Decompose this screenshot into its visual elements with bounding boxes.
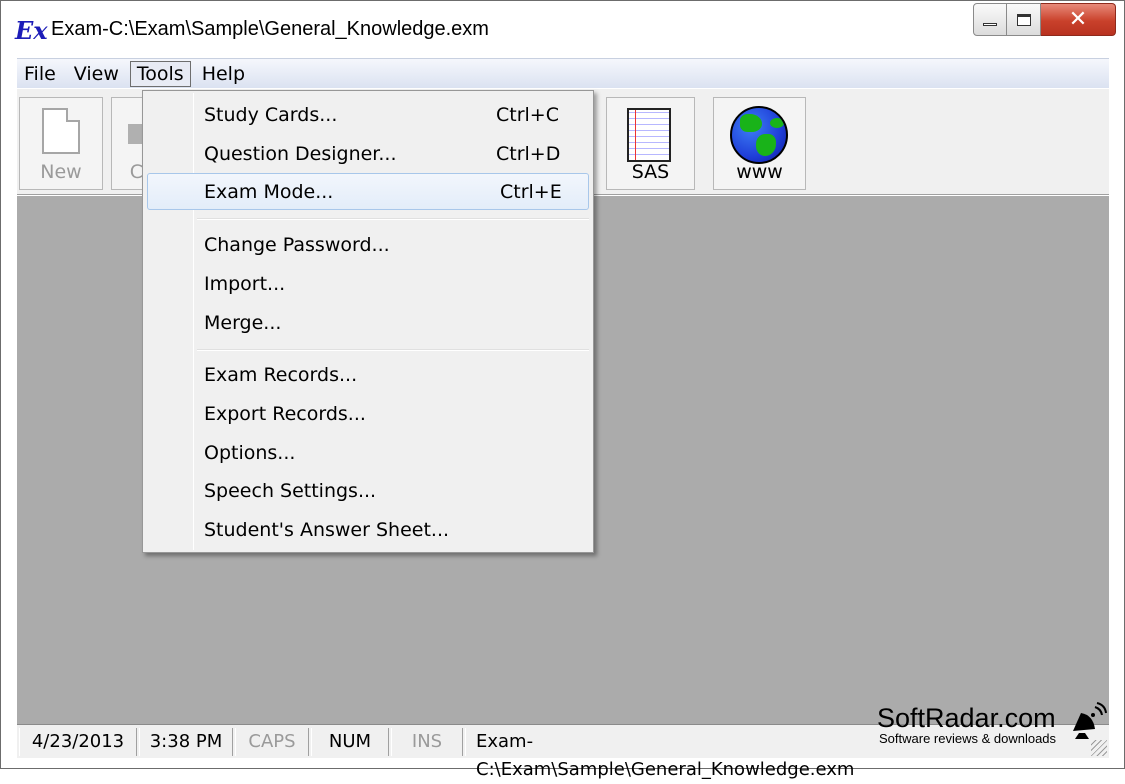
menu-item-export-records[interactable]: Export Records... [147,395,589,432]
menu-item-study-cards[interactable]: Study Cards... Ctrl+C [147,96,589,133]
watermark-title: SoftRadar.com [877,703,1056,733]
menu-item-label: Speech Settings... [204,480,377,502]
menu-help[interactable]: Help [195,61,252,87]
menu-item-label: Export Records... [204,403,366,425]
app-window: Ex Exam-C:\Exam\Sample\General_Knowledge… [0,0,1125,780]
caption-buttons: ✕ [973,3,1116,37]
answer-sheet-icon [627,108,671,162]
menu-item-label: Options... [204,442,296,464]
menu-separator [197,218,589,220]
menu-file[interactable]: File [17,61,63,87]
status-caps: CAPS [235,728,309,756]
new-button[interactable]: New [19,97,103,190]
minimize-icon [983,23,997,26]
menu-bar: File View Tools Help [17,58,1109,88]
sas-button[interactable]: SAS [606,97,695,190]
minimize-button[interactable] [973,3,1007,36]
open-button-label: C [129,161,143,183]
satellite-dish-icon [1073,702,1107,739]
new-document-icon [42,108,80,154]
status-date: 4/23/2013 [19,728,137,756]
menu-item-import[interactable]: Import... [147,265,589,302]
menu-separator [197,349,589,351]
softradar-watermark: SoftRadar.com Software reviews & downloa… [875,701,1110,749]
menu-item-answer-sheet[interactable]: Student's Answer Sheet... [147,511,589,548]
status-file-path: Exam-C:\Exam\Sample\General_Knowledge.ex… [465,728,885,780]
menu-item-label: Exam Records... [204,364,358,386]
menu-item-shortcut: Ctrl+D [496,143,561,165]
maximize-icon [1016,13,1031,26]
menu-item-change-password[interactable]: Change Password... [147,226,589,263]
www-button-label: www [736,161,783,183]
menu-item-speech-settings[interactable]: Speech Settings... [147,472,589,509]
menu-tools[interactable]: Tools [129,60,191,87]
title-bar[interactable]: Ex Exam-C:\Exam\Sample\General_Knowledge… [1,1,1124,57]
www-button[interactable]: www [713,97,806,190]
status-num: NUM [311,728,389,756]
menu-item-merge[interactable]: Merge... [147,304,589,341]
new-button-label: New [40,161,82,183]
status-ins: INS [391,728,463,756]
menu-item-question-designer[interactable]: Question Designer... Ctrl+D [147,135,589,172]
menu-item-label: Import... [204,273,286,295]
menu-item-label: Change Password... [204,234,390,256]
watermark-subtitle: Software reviews & downloads [879,731,1057,746]
menu-item-label: Exam Mode... [204,181,334,203]
menu-item-exam-mode[interactable]: Exam Mode... Ctrl+E [147,173,589,210]
menu-view[interactable]: View [67,61,126,87]
menu-item-label: Student's Answer Sheet... [204,519,450,541]
menu-item-label: Merge... [204,312,282,334]
app-logo-icon[interactable]: Ex [15,15,49,47]
menu-item-options[interactable]: Options... [147,434,589,471]
menu-item-shortcut: Ctrl+C [496,104,559,126]
maximize-button[interactable] [1007,3,1041,36]
menu-item-label: Study Cards... [204,104,338,126]
close-button[interactable]: ✕ [1041,3,1116,36]
status-time: 3:38 PM [139,728,233,756]
menu-item-exam-records[interactable]: Exam Records... [147,356,589,393]
globe-icon [730,106,788,164]
menu-item-shortcut: Ctrl+E [500,181,562,203]
close-icon: ✕ [1068,7,1088,32]
sas-button-label: SAS [631,161,670,183]
open-icon [128,124,142,144]
window-title: Exam-C:\Exam\Sample\General_Knowledge.ex… [51,18,489,40]
tools-dropdown-menu: Study Cards... Ctrl+C Question Designer.… [142,90,594,553]
open-button[interactable]: C [111,97,145,190]
menu-item-label: Question Designer... [204,143,397,165]
